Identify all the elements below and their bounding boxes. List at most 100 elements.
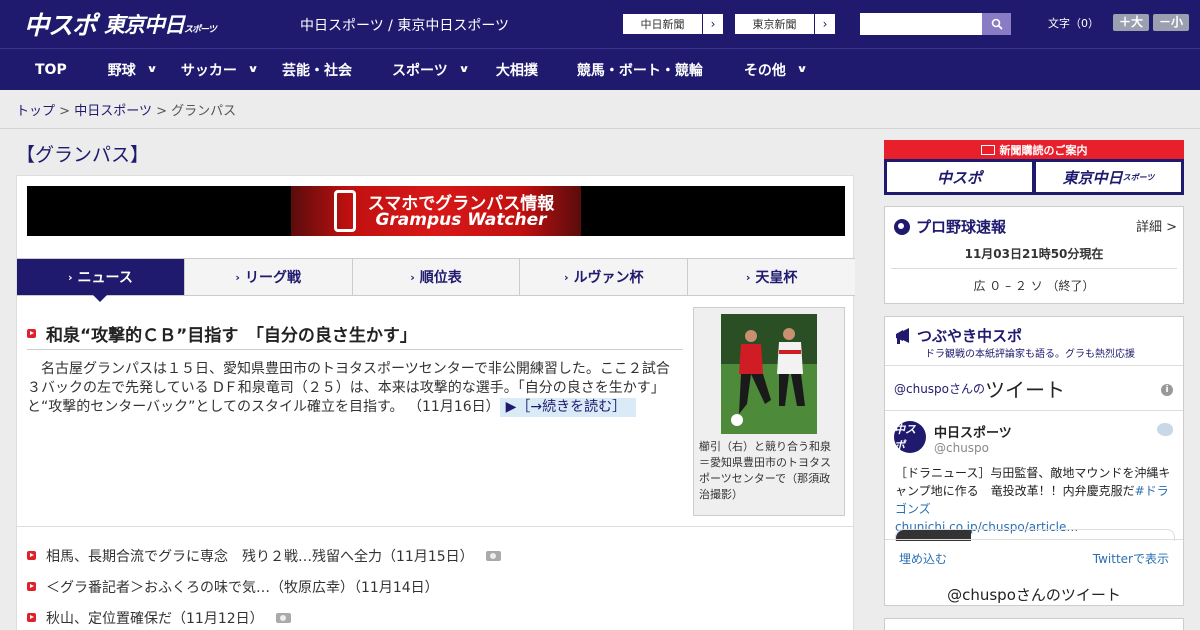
tab-emperors-cup[interactable]: › 天皇杯 [688,259,855,295]
article-headline-row: 和泉“攻撃的ＣＢ”目指す 「自分の良さ生かす」 [27,318,683,350]
bullet-play-icon [27,582,36,591]
article-photo-image[interactable] [721,314,817,434]
tokyo-shimbun-button[interactable]: 東京新聞 › [734,13,836,35]
site-tagline: 中日スポーツ / 東京中日スポーツ [300,18,510,34]
twitter-section-subtitle: ドラ観戦の本紙評論家も語る。グラも熱烈応援 [925,349,1135,360]
top-header: 中スポ 東京中日スポーツ 中日スポーツ / 東京中日スポーツ 中日新聞 › 東京… [0,0,1200,48]
breadcrumb-separator: > [156,104,167,119]
baseball-icon [894,218,910,235]
breadcrumb-separator: > [59,104,71,119]
chevron-right-icon: › [710,17,716,31]
news-title[interactable]: 相馬、長期合流でグラに専念 残り２戦…残留へ全力（11月15日） [46,546,474,566]
breadcrumb-top[interactable]: トップ [16,104,55,119]
baseball-title: プロ野球速報 [894,216,1006,237]
smartphone-icon [334,190,356,232]
category-tabs: › ニュース › リーグ戦 › 順位表 › ルヴァン杯 › 天皇杯 [17,258,855,302]
breadcrumb: トップ > 中日スポーツ > グランパス [16,100,236,119]
news-title[interactable]: ＜グラ番記者＞おふくろの味で気…（牧原広幸）（11月14日） [46,577,439,597]
twitter-footer-title[interactable]: @chuspoさんのツイート [885,584,1183,605]
nav-item-racing[interactable]: 競馬・ボート・競輪 [577,49,703,91]
twitter-bird-icon [1157,423,1173,436]
chevron-right-icon: › [410,270,415,284]
read-more-link[interactable]: ▶［→続きを読む］ [499,398,637,417]
avatar[interactable]: 中スポ [894,421,926,453]
nav-item-top[interactable]: TOP [35,49,67,91]
baseball-scoreboard: プロ野球速報 詳細 > 11月03日21時50分現在 広 ０ – ２ ソ （終了… [884,206,1184,304]
info-icon[interactable]: i [1161,384,1173,396]
baseball-detail-link[interactable]: 詳細 > [1136,216,1177,235]
site-logo[interactable]: 中スポ 東京中日スポーツ [24,8,217,40]
nav-item-sumo[interactable]: 大相撲 [496,49,538,91]
bullet-play-icon [27,551,36,560]
tab-news[interactable]: › ニュース [17,259,185,302]
tab-standings[interactable]: › 順位表 [353,259,521,295]
tab-levain-cup[interactable]: › ルヴァン杯 [520,259,689,295]
font-smaller-button[interactable]: －小 [1153,14,1190,31]
chevron-right-icon: › [822,17,828,31]
twitter-header-word: ツイート [985,377,1066,402]
embed-link[interactable]: 埋め込む [899,550,947,567]
list-item[interactable]: 相馬、長期合流でグラに専念 残り２戦…残留へ全力（11月15日） [27,540,827,571]
nav-item-soccer[interactable]: サッカー ∨ [181,49,259,91]
breadcrumb-current: グランパス [171,104,237,119]
nav-item-sports[interactable]: スポーツ ∨ [392,49,470,91]
news-list: 相馬、長期合流でグラに専念 残り２戦…残留へ全力（11月15日） ＜グラ番記者＞… [27,540,827,630]
article-body: 名古屋グランパスは１５日、愛知県豊田市のトヨタスポーツセンターで非公開練習した。… [27,361,670,417]
chevron-right-icon: › [564,270,569,284]
chevron-right-icon: › [235,270,240,284]
breadcrumb-chunichi-sports[interactable]: 中日スポーツ [74,104,152,119]
tweet-text: ［ドラニュース］与田監督、敵地マウンドを沖縄キャンプ地に作る 竜投改革！！内弁慶… [895,466,1171,534]
nav-item-baseball[interactable]: 野球 ∨ [108,49,158,91]
tweet-user-handle[interactable]: @chuspo [934,441,989,455]
search-input[interactable] [860,13,982,35]
nav-item-entertainment[interactable]: 芸能・社会 [282,49,352,91]
main-nav: TOP 野球 ∨ サッカー ∨ 芸能・社会 スポーツ ∨ 大相撲 競馬・ボート・競輪 … [0,48,1200,90]
subscribe-chuspo-button[interactable]: 中スポ [887,162,1032,192]
chunichi-shimbun-button[interactable]: 中日新聞 › [622,13,724,35]
chevron-down-icon: ∨ [458,64,470,75]
grampus-watcher-banner[interactable]: スマホでグランパス情報 Grampus Watcher [27,186,845,236]
article-headline[interactable]: 和泉“攻撃的ＣＢ”目指す 「自分の良さ生かす」 [46,321,417,346]
twitter-section-title: つぶやき中スポ [894,325,1022,346]
site-search [860,13,1011,35]
view-on-twitter-link[interactable]: Twitterで表示 [1093,550,1169,567]
twitter-widget-footer: 埋め込む Twitterで表示 [885,539,1183,577]
subscribe-tokyo-chunichi-button[interactable]: 東京中日 スポーツ [1036,162,1181,192]
list-item[interactable]: ＜グラ番記者＞おふくろの味で気…（牧原広幸）（11月14日） [27,571,827,602]
sidebar-next-section [884,618,1184,630]
chevron-down-icon: ∨ [146,64,158,75]
nav-item-other[interactable]: その他 ∨ [744,49,808,91]
banner-line2: Grampus Watcher [375,210,547,230]
photo-caption: 櫛引（右）と競り合う和泉＝愛知県豊田市のトヨタスポーツセンターで（那須政治撮影） [699,440,831,501]
tab-league[interactable]: › リーグ戦 [185,259,353,295]
search-button[interactable] [982,13,1011,35]
font-size-control: 文字（0） ＋大 －小 [1048,14,1190,31]
list-divider [17,526,853,527]
newspaper-icon [980,144,995,155]
search-icon [991,18,1003,30]
tweet-user-name[interactable]: 中日スポーツ [934,422,1012,441]
soccer-players-photo [721,314,817,434]
camera-icon [275,612,291,623]
breadcrumb-divider [0,128,1200,129]
article-photo: 櫛引（右）と競り合う和泉＝愛知県豊田市のトヨタスポーツセンターで（那須政治撮影） [693,307,845,516]
twitter-widget: つぶやき中スポ ドラ観戦の本紙評論家も語る。グラも熱烈応援 @chuspoさんの… [884,316,1184,606]
page-title: 【グランパス】 [16,144,150,166]
subscription-ad-header: 新聞購読のご案内 [884,140,1184,159]
list-item[interactable]: 秋山、定位置確保だ（11月12日） [27,602,827,630]
chunichi-shimbun-label: 中日新聞 [623,14,703,34]
twitter-timeline-header: @chuspoさんの ツイート i [885,365,1183,411]
news-title[interactable]: 秋山、定位置確保だ（11月12日） [46,608,264,628]
font-size-label: 文字（0） [1048,16,1099,30]
font-larger-button[interactable]: ＋大 [1113,14,1150,31]
camera-icon [485,550,501,561]
baseball-score[interactable]: 広 ０ – ２ ソ （終了） [891,268,1177,294]
baseball-updated-time: 11月03日21時50分現在 [964,247,1104,261]
bullet-play-icon [27,329,36,338]
logo-chuspo: 中スポ [24,11,97,40]
main-content: スマホでグランパス情報 Grampus Watcher › ニュース › リーグ戦 … [16,175,855,630]
twitter-account-link[interactable]: @chuspoさんの [894,380,985,397]
chevron-down-icon: ∨ [796,64,808,75]
chevron-right-icon: › [67,270,73,284]
bullet-play-icon [27,613,36,622]
